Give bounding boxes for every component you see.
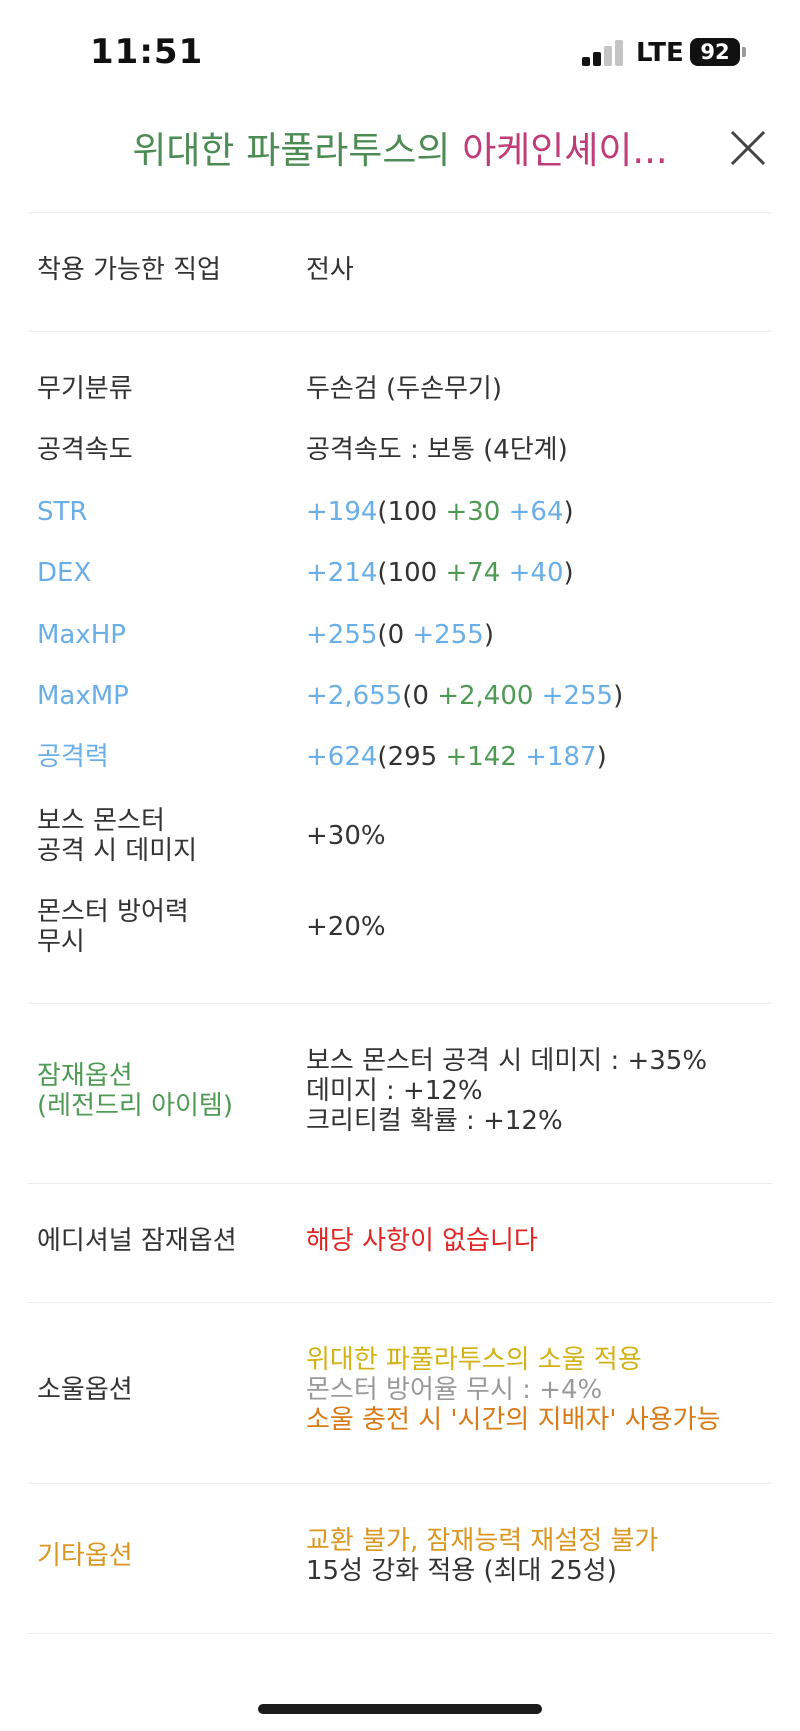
stat-enhance: +30 [445, 497, 501, 527]
additional-potential-value: 해당 사항이 없습니다 [306, 1226, 538, 1256]
stat-base: 100 [387, 497, 438, 527]
battery-icon: 92 [690, 38, 740, 66]
stat-dex-value: +214(100 +74 +40) [306, 558, 574, 588]
stat-total: +194 [306, 497, 378, 527]
ignore-def-label-line1: 몬스터 방어력 [37, 897, 189, 927]
item-header: 위대한 파풀라투스의 아케인셰이... [0, 100, 800, 212]
ignore-def-value: +20% [306, 912, 386, 942]
job-label: 착용 가능한 직업 [37, 255, 221, 285]
additional-potential-label: 에디셔널 잠재옵션 [37, 1226, 237, 1256]
potential-line: 데미지 : +12% [306, 1076, 483, 1106]
potential-line: 보스 몬스터 공격 시 데미지 : +35% [306, 1046, 708, 1076]
divider [28, 1633, 772, 1634]
weapon-type-value: 두손검 (두손무기) [306, 374, 502, 404]
stat-base: 0 [387, 620, 405, 650]
item-title: 위대한 파풀라투스의 아케인셰이... [0, 120, 800, 174]
stat-base: 295 [387, 742, 438, 772]
network-type: LTE [636, 38, 684, 68]
stat-str-label: STR [37, 497, 88, 527]
etc-trade: 교환 불가, 잠재능력 재설정 불가 [306, 1526, 659, 1556]
stat-enhance: +74 [445, 558, 501, 588]
home-indicator[interactable] [258, 1704, 542, 1714]
stat-total: +624 [306, 742, 378, 772]
soul-stat: 몬스터 방어율 무시 : +4% [306, 1375, 603, 1405]
stat-dex-label: DEX [37, 558, 92, 588]
weapon-type-label: 무기분류 [37, 374, 133, 404]
battery-tip [742, 47, 746, 57]
stat-total: +2,655 [306, 681, 403, 711]
potential-label-line2: (레전드리 아이템) [37, 1091, 233, 1121]
divider [28, 1302, 772, 1303]
boss-damage-value: +30% [306, 821, 386, 851]
divider [28, 212, 772, 213]
item-title-name: 위대한 파풀라투스의 [132, 129, 451, 172]
stat-maxmp-value: +2,655(0 +2,400 +255) [306, 681, 624, 711]
stat-flame: +255 [541, 681, 614, 711]
close-button[interactable] [728, 128, 768, 168]
divider [28, 1003, 772, 1004]
potential-line: 크리티컬 확률 : +12% [306, 1106, 563, 1136]
boss-damage-label-line2: 공격 시 데미지 [37, 836, 198, 866]
stat-attack-value: +624(295 +142 +187) [306, 742, 607, 772]
stat-enhance: +142 [445, 742, 517, 772]
soul-label: 소울옵션 [37, 1375, 133, 1405]
ignore-def-label-line2: 무시 [37, 927, 85, 957]
soul-skill: 소울 충전 시 '시간의 지배자' 사용가능 [306, 1405, 721, 1435]
stat-attack-label: 공격력 [37, 742, 109, 772]
job-value: 전사 [306, 255, 354, 285]
divider [28, 331, 772, 332]
etc-label: 기타옵션 [37, 1541, 133, 1571]
soul-name: 위대한 파풀라투스의 소울 적용 [306, 1345, 642, 1375]
item-title-equipment: 아케인셰이... [462, 129, 668, 172]
attack-speed-value: 공격속도 : 보통 (4단계) [306, 435, 568, 465]
stat-maxmp-label: MaxMP [37, 681, 129, 711]
boss-damage-label-line1: 보스 몬스터 [37, 806, 165, 836]
stat-total: +255 [306, 620, 378, 650]
stat-str-value: +194(100 +30 +64) [306, 497, 574, 527]
divider [28, 1483, 772, 1484]
cellular-signal-icon [582, 40, 626, 66]
potential-label-line1: 잠재옵션 [37, 1061, 133, 1091]
stat-flame: +64 [508, 497, 564, 527]
stat-total: +214 [306, 558, 378, 588]
etc-starforce: 15성 강화 적용 (최대 25성) [306, 1556, 617, 1586]
close-icon [730, 130, 766, 166]
stat-flame: +255 [412, 620, 484, 650]
attack-speed-label: 공격속도 [37, 435, 133, 465]
stat-flame: +40 [508, 558, 564, 588]
stat-flame: +187 [525, 742, 597, 772]
stat-maxhp-value: +255(0 +255) [306, 620, 494, 650]
status-time: 11:51 [90, 32, 204, 72]
stat-base: 0 [412, 681, 429, 711]
status-bar: 11:51 LTE 92 [0, 0, 800, 100]
divider [28, 1183, 772, 1184]
stat-maxhp-label: MaxHP [37, 620, 126, 650]
stat-base: 100 [387, 558, 438, 588]
stat-enhance: +2,400 [437, 681, 534, 711]
